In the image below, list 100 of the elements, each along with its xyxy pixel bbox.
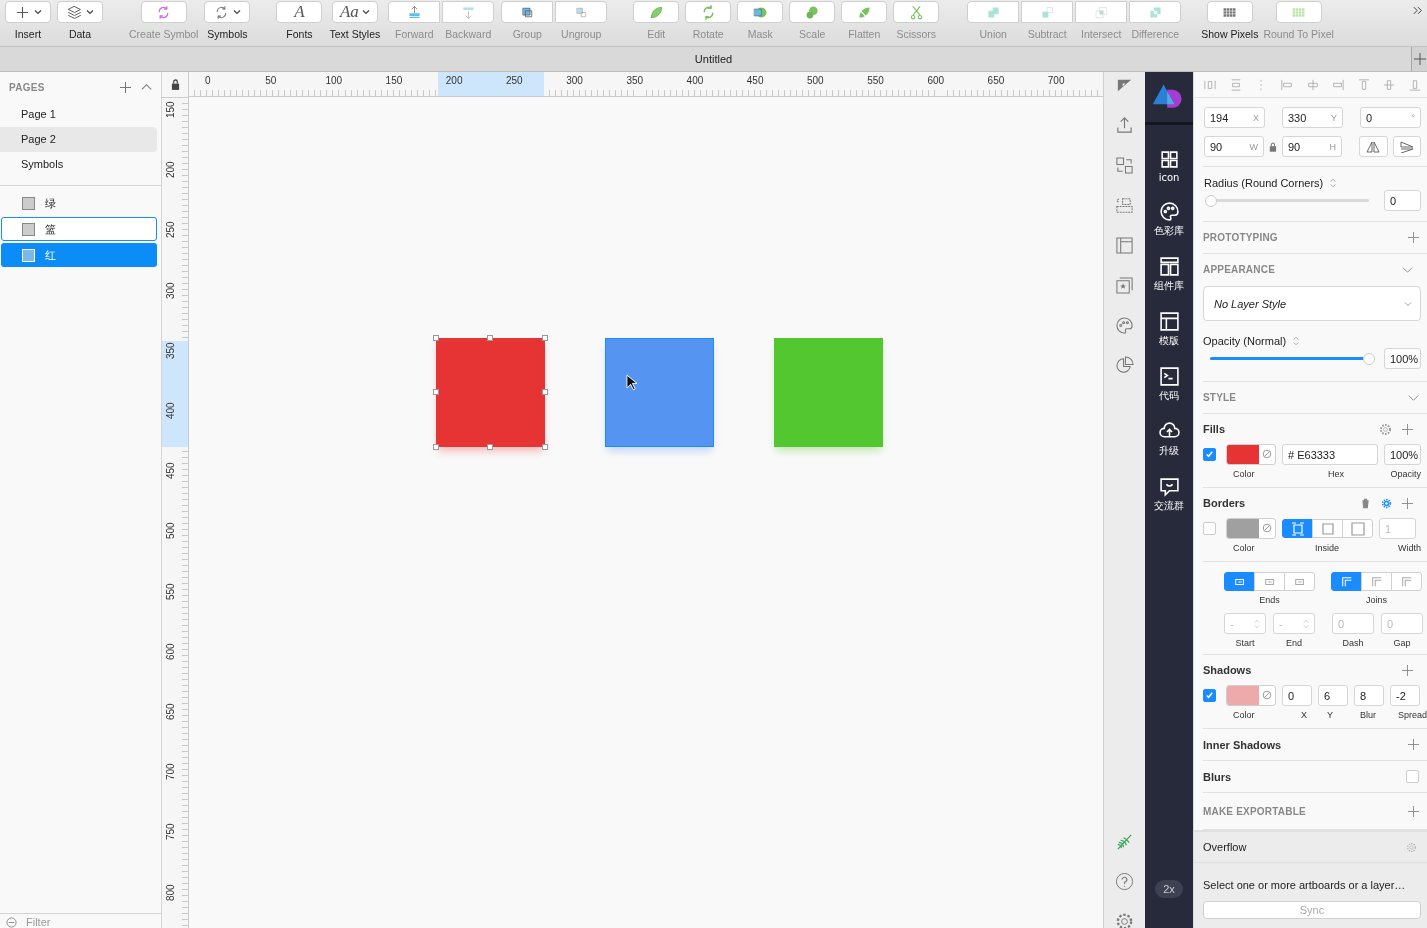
add-icon[interactable] <box>1408 805 1419 817</box>
align-icon[interactable] <box>1357 78 1370 91</box>
settings-icon[interactable] <box>1406 841 1417 853</box>
line-end-option[interactable] <box>1254 572 1285 591</box>
export-icon[interactable] <box>1115 116 1134 135</box>
add-icon[interactable] <box>1402 497 1413 509</box>
resize-icon[interactable] <box>1115 196 1134 215</box>
star-frame-icon[interactable] <box>1115 276 1134 295</box>
more-chevrons-icon[interactable] <box>1413 6 1423 15</box>
resize-handle[interactable] <box>487 335 493 341</box>
add-icon[interactable] <box>1408 232 1419 243</box>
shadow-checkbox[interactable] <box>1203 689 1216 702</box>
resize-handle[interactable] <box>433 444 439 450</box>
zoom-button[interactable]: 2x <box>1155 880 1183 898</box>
new-tab-button[interactable] <box>1411 47 1427 71</box>
add-icon[interactable] <box>1408 739 1419 750</box>
shadow-field[interactable]: 0 <box>1282 685 1312 706</box>
palette-icon[interactable] <box>1115 316 1134 335</box>
align-icon[interactable] <box>1409 78 1421 91</box>
dash-field[interactable]: 0 <box>1381 613 1423 634</box>
line-end-option[interactable] <box>1284 572 1315 591</box>
align-icon[interactable] <box>1280 78 1293 91</box>
flip-vertical-button[interactable] <box>1392 136 1421 157</box>
fern-icon[interactable] <box>1115 832 1134 851</box>
slider-thumb[interactable] <box>1363 352 1375 365</box>
stepper-icon[interactable] <box>1293 336 1300 346</box>
resize-handle[interactable] <box>542 444 548 450</box>
trash-icon[interactable] <box>1360 497 1371 509</box>
pie-chart-icon[interactable] <box>1115 356 1134 375</box>
settings-icon[interactable] <box>1115 912 1134 928</box>
y-field[interactable]: 330 Y <box>1282 107 1343 128</box>
toolbar-button[interactable]: A <box>276 1 323 23</box>
hex-field[interactable]: # E63333 <box>1282 444 1378 465</box>
add-page-icon[interactable] <box>120 81 131 93</box>
settings-icon[interactable] <box>1381 497 1392 509</box>
color-swatch[interactable] <box>1226 685 1276 706</box>
plugin-menu-item[interactable]: icon <box>1158 149 1180 183</box>
radius-field[interactable]: 0 <box>1384 190 1421 211</box>
page-item[interactable]: Symbols <box>0 152 157 177</box>
layout-icon[interactable] <box>1115 236 1134 255</box>
blur-checkbox[interactable] <box>1406 770 1419 783</box>
border-position-option[interactable] <box>1282 519 1313 538</box>
add-icon[interactable] <box>1402 423 1413 435</box>
plugin-menu-item[interactable]: 升级 <box>1158 421 1180 458</box>
shadow-field[interactable]: 8 <box>1354 685 1384 706</box>
plugin-menu-item[interactable]: 代码 <box>1158 366 1180 403</box>
shadow-field[interactable]: -2 <box>1390 685 1420 706</box>
plugin-menu-item[interactable]: 色彩库 <box>1154 201 1184 238</box>
toolbar-button[interactable]: Aa <box>331 1 378 23</box>
align-icon[interactable] <box>1332 78 1345 91</box>
lock-icon[interactable] <box>1269 141 1277 152</box>
resize-handle[interactable] <box>542 335 548 341</box>
toolbar-button[interactable] <box>204 1 251 23</box>
plugin-menu-item[interactable]: 交流群 <box>1154 476 1184 513</box>
align-icon[interactable] <box>1383 78 1396 91</box>
resize-handle[interactable] <box>542 389 548 395</box>
border-position-option[interactable] <box>1342 519 1373 538</box>
line-end-option[interactable] <box>1224 572 1255 591</box>
plugin-menu-item[interactable]: 模版 <box>1158 311 1180 348</box>
plugin-menu-item[interactable]: 组件库 <box>1154 256 1184 293</box>
slider-thumb[interactable] <box>1205 194 1217 207</box>
add-icon[interactable] <box>1402 664 1413 676</box>
stepper-icon[interactable] <box>1330 178 1337 188</box>
help-icon[interactable] <box>1115 872 1134 891</box>
collapse-icon[interactable] <box>141 81 152 93</box>
settings-icon[interactable] <box>1379 422 1392 436</box>
resize-handle[interactable] <box>433 389 439 395</box>
layer-item[interactable]: 绿 <box>1 191 157 215</box>
toolbar-button[interactable] <box>5 1 51 23</box>
toolbar-button[interactable] <box>1206 1 1253 23</box>
rotation-field[interactable]: 0 ° <box>1360 107 1421 128</box>
layer-style-dropdown[interactable]: No Layer Style <box>1203 286 1421 321</box>
line-join-option[interactable] <box>1331 572 1362 591</box>
swap-icon[interactable] <box>1115 156 1134 175</box>
border-position-option[interactable] <box>1312 519 1343 538</box>
flip-horizontal-button[interactable] <box>1359 136 1388 157</box>
lock-icon[interactable] <box>170 79 180 90</box>
border-checkbox[interactable] <box>1203 522 1216 535</box>
chevron-icon[interactable] <box>1408 392 1419 403</box>
dash-field[interactable]: 0 <box>1332 613 1374 634</box>
toolbar-button[interactable] <box>57 1 103 23</box>
resize-handle[interactable] <box>433 335 439 341</box>
resize-handle[interactable] <box>487 444 493 450</box>
width-field[interactable]: 90 W <box>1204 136 1265 157</box>
opacity-field[interactable]: 100% <box>1384 348 1421 369</box>
color-swatch[interactable] <box>1226 518 1276 539</box>
shadow-field[interactable]: 6 <box>1318 685 1348 706</box>
page-item[interactable]: Page 2 <box>0 127 157 152</box>
line-join-option[interactable] <box>1391 572 1422 591</box>
align-icon[interactable] <box>1306 78 1319 91</box>
line-join-option[interactable] <box>1361 572 1392 591</box>
color-swatch[interactable] <box>1226 444 1276 465</box>
layer-item[interactable]: 篮 <box>1 217 157 241</box>
height-field[interactable]: 90 H <box>1281 136 1342 157</box>
opacity-field[interactable]: 100% <box>1384 444 1421 465</box>
fill-checkbox[interactable] <box>1203 448 1216 461</box>
page-item[interactable]: Page 1 <box>0 102 157 127</box>
x-field[interactable]: 194 X <box>1204 107 1265 128</box>
align-icon[interactable] <box>1229 78 1242 91</box>
align-icon[interactable] <box>1204 78 1216 91</box>
